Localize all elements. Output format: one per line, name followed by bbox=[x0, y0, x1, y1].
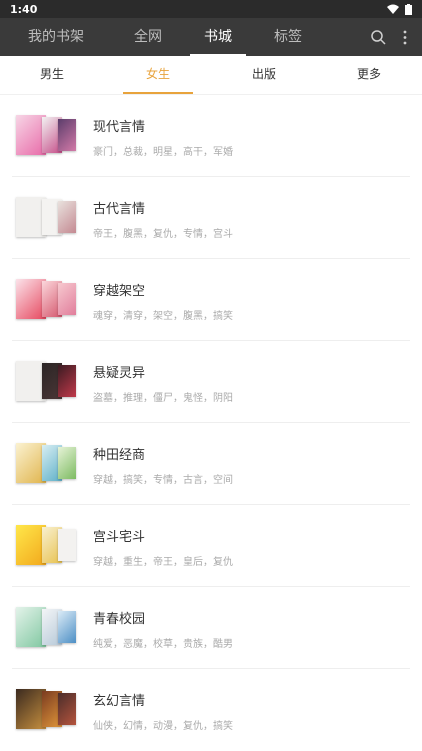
book-covers bbox=[16, 522, 78, 568]
category-tags: 豪门，总裁，明星，高干，军婚 bbox=[93, 147, 233, 158]
status-icons bbox=[387, 3, 412, 15]
tab-tags[interactable]: 标签 bbox=[264, 18, 312, 56]
category-tags: 魂穿，清穿，架空，腹黑，搞笑 bbox=[93, 311, 233, 322]
subtab-male[interactable]: 男生 bbox=[24, 56, 80, 94]
category-tags: 仙侠，幻情，动漫，复仇，搞笑 bbox=[93, 721, 233, 732]
tab-whole-web[interactable]: 全网 bbox=[124, 18, 172, 56]
search-icon bbox=[370, 29, 386, 45]
status-bar: 1:40 bbox=[0, 0, 422, 18]
category-tags: 纯爱，恶魔，校草，贵族，酷男 bbox=[93, 639, 233, 650]
book-covers bbox=[16, 604, 78, 650]
tab-book-store[interactable]: 书城 bbox=[190, 18, 246, 56]
category-title: 穿越架空 bbox=[93, 284, 146, 299]
book-covers bbox=[16, 358, 78, 404]
category-item[interactable]: 悬疑灵异 盗墓，推理，僵尸，鬼怪，阴阳 bbox=[0, 340, 422, 422]
book-cover-image bbox=[58, 365, 76, 397]
category-item[interactable]: 古代言情 帝王，腹黑，复仇，专情，宫斗 bbox=[0, 176, 422, 258]
category-list: 现代言情 豪门，总裁，明星，高干，军婚 古代言情 帝王，腹黑，复仇，专情，宫斗 … bbox=[0, 94, 422, 750]
book-covers bbox=[16, 112, 78, 158]
top-nav: 我的书架 全网 书城 标签 bbox=[0, 18, 422, 56]
sub-tabs: 男生 女生 出版 更多 bbox=[0, 56, 422, 95]
more-vertical-icon bbox=[403, 30, 407, 44]
book-cover-image bbox=[58, 447, 76, 479]
status-time: 1:40 bbox=[10, 2, 38, 16]
subtab-female[interactable]: 女生 bbox=[123, 56, 193, 94]
battery-icon bbox=[405, 3, 412, 15]
category-item[interactable]: 宫斗宅斗 穿越，重生，帝王，皇后，复仇 bbox=[0, 504, 422, 586]
category-item[interactable]: 种田经商 穿越，搞笑，专情，古言，空间 bbox=[0, 422, 422, 504]
book-cover-image bbox=[58, 201, 76, 233]
book-covers bbox=[16, 194, 78, 240]
book-cover-image bbox=[58, 119, 76, 151]
category-title: 悬疑灵异 bbox=[93, 366, 146, 381]
book-cover-placeholder bbox=[58, 529, 76, 561]
category-title: 青春校园 bbox=[93, 612, 146, 627]
more-menu-button[interactable] bbox=[396, 18, 414, 56]
category-tags: 穿越，搞笑，专情，古言，空间 bbox=[93, 475, 233, 486]
category-title: 古代言情 bbox=[93, 202, 146, 217]
category-item[interactable]: 玄幻言情 仙侠，幻情，动漫，复仇，搞笑 bbox=[0, 668, 422, 750]
category-item[interactable]: 现代言情 豪门，总裁，明星，高干，军婚 bbox=[0, 94, 422, 176]
search-button[interactable] bbox=[366, 18, 390, 56]
wifi-icon bbox=[387, 4, 399, 14]
book-cover-image bbox=[58, 283, 76, 315]
category-tags: 穿越，重生，帝王，皇后，复仇 bbox=[93, 557, 233, 568]
category-item[interactable]: 穿越架空 魂穿，清穿，架空，腹黑，搞笑 bbox=[0, 258, 422, 340]
category-item[interactable]: 青春校园 纯爱，恶魔，校草，贵族，酷男 bbox=[0, 586, 422, 668]
category-title: 现代言情 bbox=[93, 120, 146, 135]
category-title: 宫斗宅斗 bbox=[93, 530, 146, 545]
book-covers bbox=[16, 686, 78, 732]
category-tags: 帝王，腹黑，复仇，专情，宫斗 bbox=[93, 229, 233, 240]
subtab-more[interactable]: 更多 bbox=[341, 56, 397, 94]
book-cover-image bbox=[58, 693, 76, 725]
tab-my-bookshelf[interactable]: 我的书架 bbox=[18, 18, 94, 56]
book-cover-image bbox=[58, 611, 76, 643]
category-title: 种田经商 bbox=[93, 448, 146, 463]
book-covers bbox=[16, 440, 78, 486]
category-tags: 盗墓，推理，僵尸，鬼怪，阴阳 bbox=[93, 393, 233, 404]
category-title: 玄幻言情 bbox=[93, 694, 146, 709]
subtab-publishing[interactable]: 出版 bbox=[236, 56, 292, 94]
book-covers bbox=[16, 276, 78, 322]
